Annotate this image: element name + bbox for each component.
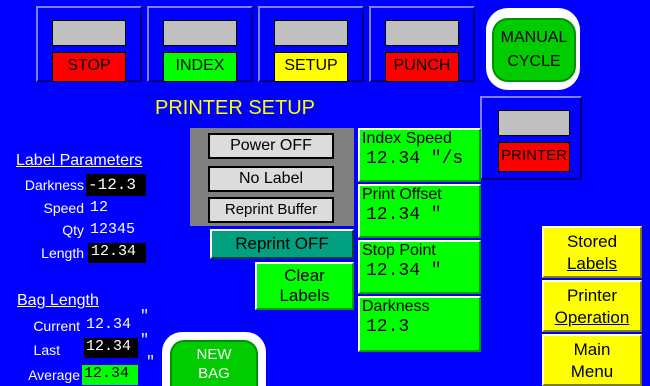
index-speed-panel[interactable]: Index Speed 12.34 "/s [358,128,481,182]
last-value: 12.34 [84,338,138,358]
average-unit: " [146,354,156,371]
no-label-button[interactable]: No Label [208,166,334,192]
power-button[interactable]: Power OFF [208,133,334,159]
stop-point-value: 12.34 " [366,261,442,281]
main-menu-button[interactable]: Main Menu [542,334,642,386]
clear-labels-line1: Clear [284,266,325,285]
clear-labels-button[interactable]: Clear Labels [255,262,354,310]
stored-labels-button[interactable]: Stored Labels [542,226,642,278]
current-value: 12.34 [86,316,132,333]
print-darkness-label: Darkness [362,298,430,315]
average-value: 12.34 [82,365,138,385]
print-offset-panel[interactable]: Print Offset 12.34 " [358,184,481,238]
index-indicator-light [163,20,237,46]
main-menu-line1: Main [573,340,611,359]
printer-operation-line1: Printer [566,286,618,305]
last-label: Last [33,342,60,358]
darkness-value: -12.3 [86,174,146,196]
stop-button[interactable]: STOP [36,6,142,82]
new-bag-button[interactable]: NEW BAG [162,332,266,386]
reprint-buffer-button[interactable]: Reprint Buffer [208,197,334,223]
stop-indicator-light [52,20,126,46]
new-bag-line1: NEW [196,346,232,363]
printer-button[interactable]: PRINTER [480,96,582,180]
stop-label: STOP [52,52,126,82]
stored-labels-line2: Labels [544,253,640,275]
printer-operation-line2-text: Operation [554,308,630,327]
qty-label: Qty [62,222,84,238]
index-speed-value: 12.34 "/s [366,149,464,169]
reprint-toggle-button[interactable]: Reprint OFF [210,229,354,259]
printer-operation-line2: Operation [544,307,640,329]
index-label: INDEX [163,52,237,82]
punch-indicator-light [385,20,459,46]
manual-cycle-face: MANUAL CYCLE [492,18,576,82]
new-bag-line2: BAG [198,365,230,382]
length-value: 12.34 [88,243,146,263]
page-title: PRINTER SETUP [155,97,316,119]
index-button[interactable]: INDEX [147,6,253,82]
darkness-label: Darkness [24,177,84,193]
print-offset-value: 12.34 " [366,205,442,225]
setup-button[interactable]: SETUP [258,6,364,82]
clear-labels-line2: Labels [279,286,330,305]
printer-label: PRINTER [498,142,570,172]
printer-indicator-light [498,110,570,136]
stored-labels-line2-text: Labels [566,254,618,273]
last-unit: " [140,332,150,349]
setup-indicator-light [274,20,348,46]
print-offset-label: Print Offset [362,186,442,203]
print-darkness-panel[interactable]: Darkness 12.3 [358,296,481,352]
setup-label: SETUP [274,52,348,82]
punch-label: PUNCH [385,52,459,82]
label-parameters-heading: Label Parameters [16,152,143,169]
speed-label: Speed [43,200,84,216]
current-unit: " [140,308,150,325]
new-bag-face: NEW BAG [170,340,258,386]
manual-cycle-line2: CYCLE [507,53,561,70]
length-label: Length [41,245,84,261]
index-speed-label: Index Speed [362,130,452,147]
qty-value: 12345 [90,221,136,238]
stop-point-panel[interactable]: Stop Point 12.34 " [358,240,481,294]
punch-button[interactable]: PUNCH [369,6,475,82]
manual-cycle-button[interactable]: MANUAL CYCLE [486,8,580,90]
speed-value: 12 [90,199,109,216]
manual-cycle-line1: MANUAL [500,29,568,46]
bag-length-heading: Bag Length [17,292,99,309]
stored-labels-line1: Stored [566,232,618,251]
printer-operation-button[interactable]: Printer Operation [542,280,642,332]
print-darkness-value: 12.3 [366,317,410,337]
current-label: Current [33,318,80,334]
main-menu-line2: Menu [570,362,614,381]
stop-point-label: Stop Point [362,242,436,259]
average-label: Average [28,367,80,383]
